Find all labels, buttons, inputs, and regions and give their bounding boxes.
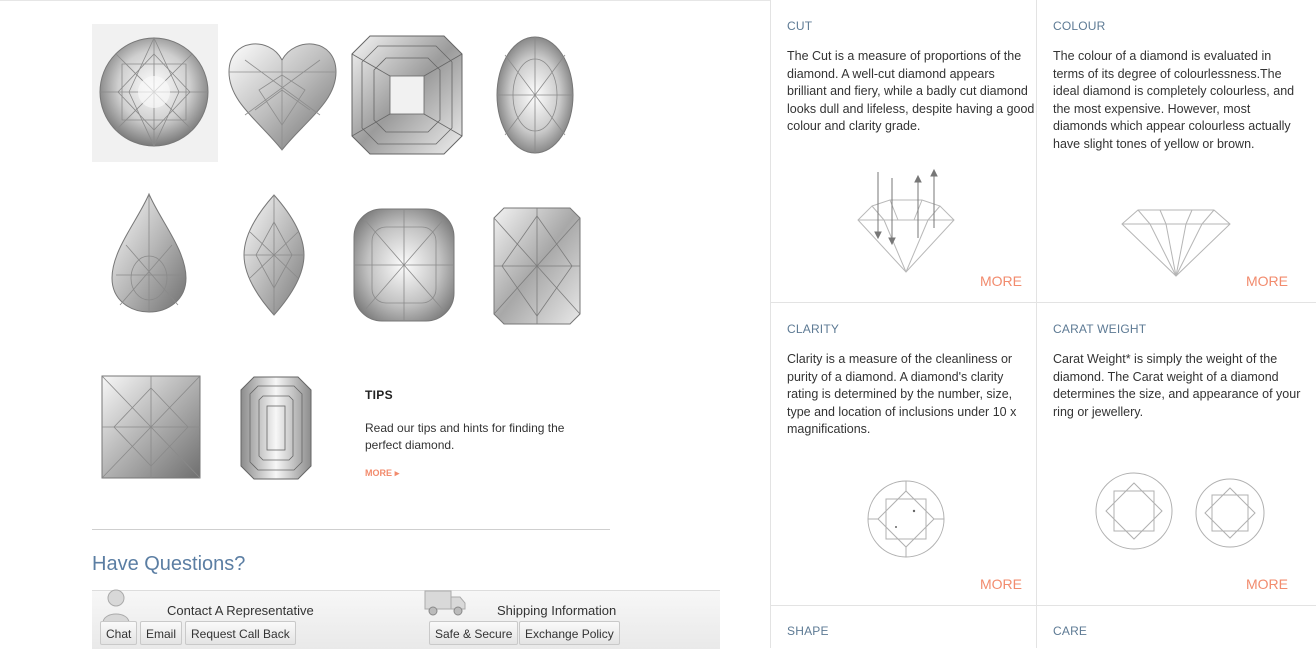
shape-card: SHAPE <box>770 606 1036 648</box>
clarity-more-link[interactable]: MORE <box>980 576 1022 592</box>
request-call-back-button[interactable]: Request Call Back <box>185 621 296 645</box>
colour-card: COLOUR The colour of a diamond is evalua… <box>1036 0 1302 302</box>
care-title: CARE <box>1053 624 1088 638</box>
cut-diagram-icon <box>857 168 955 273</box>
exchange-policy-button[interactable]: Exchange Policy <box>519 621 620 645</box>
colour-more-link[interactable]: MORE <box>1246 273 1288 289</box>
truck-icon <box>424 590 466 616</box>
emerald-diamond-icon[interactable] <box>238 374 314 482</box>
princess-diamond-icon[interactable] <box>98 372 204 484</box>
clarity-text: Clarity is a measure of the cleanliness … <box>787 352 1017 437</box>
have-questions-heading: Have Questions? <box>92 553 246 575</box>
tips-more-link[interactable]: MORE ▸ <box>365 468 399 479</box>
cut-card: CUT The Cut is a measure of proportions … <box>770 0 1036 302</box>
clarity-diagram-icon <box>867 480 945 558</box>
section-divider <box>92 529 610 530</box>
contact-representative-label: Contact A Representative <box>167 603 314 618</box>
shape-title: SHAPE <box>787 624 829 638</box>
shipping-information-label: Shipping Information <box>497 603 617 618</box>
carat-weight-text: Carat Weight* is simply the weight of th… <box>1053 352 1301 419</box>
colour-text: The colour of a diamond is evaluated in … <box>1053 49 1295 151</box>
clarity-card: CLARITY Clarity is a measure of the clea… <box>770 303 1036 605</box>
tips-title: TIPS <box>365 388 393 402</box>
contact-bar: Contact A Representative Chat Email Requ… <box>92 589 720 649</box>
chat-button[interactable]: Chat <box>100 621 138 645</box>
carat-weight-title: CARAT WEIGHT <box>1053 322 1147 336</box>
heart-diamond-icon[interactable] <box>225 30 340 158</box>
tips-more-label: MORE <box>365 468 392 478</box>
carat-weight-diagram-icon <box>1095 472 1265 550</box>
clarity-title: CLARITY <box>787 322 840 336</box>
cushion-diamond-icon[interactable] <box>350 205 458 329</box>
person-icon <box>102 589 130 623</box>
chevron-right-icon: ▸ <box>394 468 400 478</box>
care-card: CARE <box>1036 606 1302 648</box>
pear-diamond-icon[interactable] <box>108 190 190 318</box>
diamond-info-grid: CUT The Cut is a measure of proportions … <box>770 0 1316 648</box>
carat-weight-card: CARAT WEIGHT Carat Weight* is simply the… <box>1036 303 1302 605</box>
email-button[interactable]: Email <box>140 621 183 645</box>
asscher-diamond-icon[interactable] <box>348 32 466 158</box>
safe-secure-button[interactable]: Safe & Secure <box>429 621 519 645</box>
colour-diagram-icon <box>1121 209 1231 277</box>
tips-text: Read our tips and hints for finding the … <box>365 421 565 452</box>
marquise-diamond-icon[interactable] <box>240 192 308 318</box>
cut-text: The Cut is a measure of proportions of t… <box>787 49 1035 134</box>
cut-title: CUT <box>787 19 813 33</box>
tips-block: TIPS Read our tips and hints for finding… <box>365 388 585 481</box>
diamond-shapes-panel: TIPS Read our tips and hints for finding… <box>0 0 770 649</box>
colour-title: COLOUR <box>1053 19 1106 33</box>
cut-more-link[interactable]: MORE <box>980 273 1022 289</box>
oval-diamond-icon[interactable] <box>490 30 580 160</box>
round-diamond-icon[interactable] <box>92 24 218 162</box>
carat-weight-more-link[interactable]: MORE <box>1246 576 1288 592</box>
radiant-diamond-icon[interactable] <box>488 202 586 330</box>
